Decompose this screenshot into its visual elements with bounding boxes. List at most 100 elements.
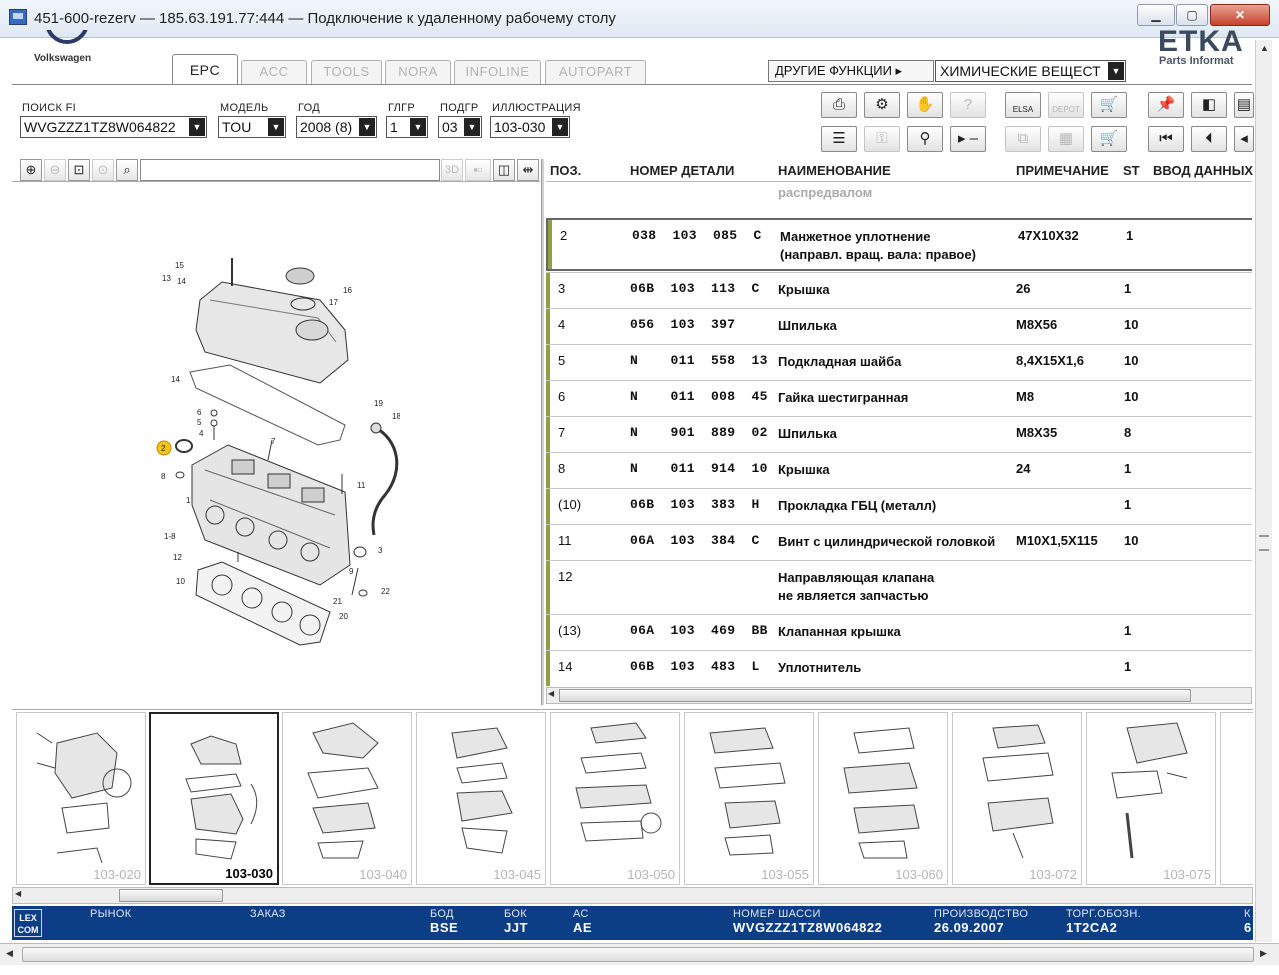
tab-infoline[interactable]: INFOLINE [454,60,541,84]
pin-button[interactable]: 📌 [1148,92,1184,118]
chevron-down-icon[interactable]: ▼ [464,118,480,136]
thumbnail[interactable]: 103-060 [818,712,948,885]
thumbnail[interactable]: 103-040 [282,712,412,885]
chevron-down-icon[interactable]: ▼ [1108,62,1124,80]
list-button[interactable]: ☰ [821,126,857,152]
col-header-part-number[interactable]: НОМЕР ДЕТАЛИ [630,163,734,178]
tab-autopart[interactable]: AUTOPART [545,60,646,84]
tab-nora[interactable]: NORA [385,60,451,84]
service-button[interactable]: ⚙ [864,92,900,118]
table-row[interactable]: 4 056 103 397 Шпилька M8X56 10 [546,308,1252,344]
year-select[interactable]: 2008 (8) ▼ [296,116,377,138]
scroll-thumb[interactable] [22,947,1254,962]
col-header-pos[interactable]: ПОЗ. [550,163,581,178]
tab-epc[interactable]: EPC [172,54,238,85]
col-header-data-entry[interactable]: ВВОД ДАННЫХ [1153,163,1253,178]
zoom-in-icon[interactable]: ⊕ [20,159,42,181]
chemicals-select[interactable]: ХИМИЧЕСКИЕ ВЕЩЕСТ ▼ [935,60,1126,82]
key-button[interactable]: ⚿ [864,126,900,152]
first-page-button[interactable]: ⏮ [1148,126,1184,152]
layout-toggle-button[interactable]: ▪▫ [465,159,491,181]
table-row[interactable]: 12 Направляющая клапана не является запча… [546,560,1252,614]
search-fi-field[interactable]: WVGZZZ1TZ8W064822 ▼ [20,116,207,138]
window-horizontal-scrollbar[interactable]: ◀ ▶ [0,943,1279,965]
model-select[interactable]: TOU ▼ [218,116,286,138]
scroll-thumb[interactable] [119,889,223,902]
copy-button[interactable]: ⧉ [1005,126,1041,152]
scroll-grip[interactable] [1259,535,1269,551]
callout-label: 10 [176,577,185,586]
col-header-st[interactable]: ST [1123,163,1140,178]
thumbnail[interactable]: 103-020 [16,712,146,885]
handshake-button[interactable]: ✋ [907,92,943,118]
zoom-fit-icon[interactable]: ⊡ [68,159,90,181]
print-button[interactable]: ⎙ [821,92,857,118]
catalog-back-button[interactable]: ◧ [1191,92,1227,118]
scroll-thumb[interactable] [559,689,1191,702]
thumbnail[interactable]: 103-072 [952,712,1082,885]
split-view-button[interactable]: ◫ [493,159,515,181]
depot-button[interactable]: DEPOT [1048,92,1084,118]
table-row-selected[interactable]: 2 038 103 085 C Манжетное уплотнение (нап… [546,218,1252,271]
help-button[interactable]: ? [950,92,986,118]
cart-button[interactable]: 🛒 [1091,126,1127,152]
table-row[interactable]: 6 N 011 008 45 Гайка шестигранная M8 10 [546,380,1252,416]
row-part-number: N 011 914 10 [630,461,768,476]
thumbnail-label: 103-030 [225,866,273,881]
tab-tools[interactable]: TOOLS [311,60,382,84]
three-d-button[interactable]: 3D [441,159,463,181]
cart-transfer-button[interactable]: 🛒 [1091,92,1127,118]
play-minus-button[interactable]: ▸ – [950,126,986,152]
main-group-select[interactable]: 1 ▼ [386,116,428,138]
thumbnail[interactable]: 103-055 [684,712,814,885]
illustration-select[interactable]: 103-030 ▼ [490,116,570,138]
table-row[interactable]: (10) 06B 103 383 H Прокладка ГБЦ (металл… [546,488,1252,524]
table-row[interactable]: 5 N 011 558 13 Подкладная шайба 8,4X15X1… [546,344,1252,380]
prev-page-button[interactable]: ⏴ [1191,126,1227,152]
table-row[interactable]: 14 06B 103 483 L Уплотнитель 1 [546,650,1252,686]
thumbnail[interactable]: 103-075 [1086,712,1216,885]
thumbnail[interactable]: 103-045 [416,712,546,885]
table-row[interactable]: 8 N 011 914 10 Крышка 24 1 [546,452,1252,488]
chevron-down-icon[interactable]: ▼ [359,118,375,136]
catalog-button[interactable]: ▤ [1234,92,1254,118]
table-row[interactable]: 11 06A 103 384 C Винт с цилиндрической г… [546,524,1252,560]
table-row[interactable]: 7 N 901 889 02 Шпилька M8X35 8 [546,416,1252,452]
thumbnail-active[interactable]: 103-030 [149,712,279,885]
thumbnail-partial[interactable] [1220,712,1253,885]
minimize-button[interactable]: ▁ [1137,4,1175,26]
scroll-left-icon[interactable]: ◀ [15,889,21,898]
thumbnails-scrollbar[interactable]: ◀ [12,887,1253,904]
thumbnail[interactable]: 103-050 [550,712,680,885]
maximize-button[interactable]: ▢ [1176,4,1208,26]
back-button[interactable]: ◂ [1234,126,1254,152]
scroll-left-icon[interactable]: ◀ [6,948,13,959]
table-horizontal-scrollbar[interactable]: ◀ [546,687,1252,704]
calc-button[interactable]: ▦ [1048,126,1084,152]
chevron-down-icon[interactable]: ▼ [552,118,568,136]
chevron-down-icon[interactable]: ▼ [410,118,426,136]
col-header-name[interactable]: НАИМЕНОВАНИЕ [778,163,891,178]
sub-group-select[interactable]: 03 ▼ [438,116,482,138]
chevron-down-icon[interactable]: ▼ [268,118,284,136]
window-vertical-scrollbar[interactable]: ▲ [1255,40,1272,942]
zoom-out-icon[interactable]: ⊖ [44,159,66,181]
bicycle-button[interactable]: ⚲ [907,126,943,152]
elsa-button[interactable]: ELSA [1005,92,1041,118]
pane-resize-button[interactable]: ⇹ [517,159,539,181]
tab-acc[interactable]: ACC [241,60,307,84]
scroll-right-icon[interactable]: ▶ [1260,948,1267,959]
exploded-parts-diagram[interactable]: 15 13 14 16 17 14 19 18 6 5 4 7 8 1 11 1… [150,245,400,650]
search-icon[interactable]: ⌕ [116,159,138,181]
table-row[interactable]: 3 06B 103 113 C Крышка 26 1 [546,272,1252,308]
zoom-reset-icon[interactable]: ⊙ [92,159,114,181]
illustration-search-input[interactable] [140,159,440,181]
table-row[interactable]: (13) 06A 103 469 BB Клапанная крышка 1 [546,614,1252,650]
close-button[interactable]: ✕ [1210,4,1270,26]
chevron-down-icon[interactable]: ▼ [189,118,205,136]
other-functions-menu[interactable]: ДРУГИЕ ФУНКЦИИ ▸ [768,60,934,82]
pane-splitter[interactable] [541,159,544,705]
scroll-up-icon[interactable]: ▲ [1260,43,1269,53]
scroll-left-icon[interactable]: ◀ [548,689,554,698]
col-header-note[interactable]: ПРИМЕЧАНИЕ [1016,163,1109,178]
